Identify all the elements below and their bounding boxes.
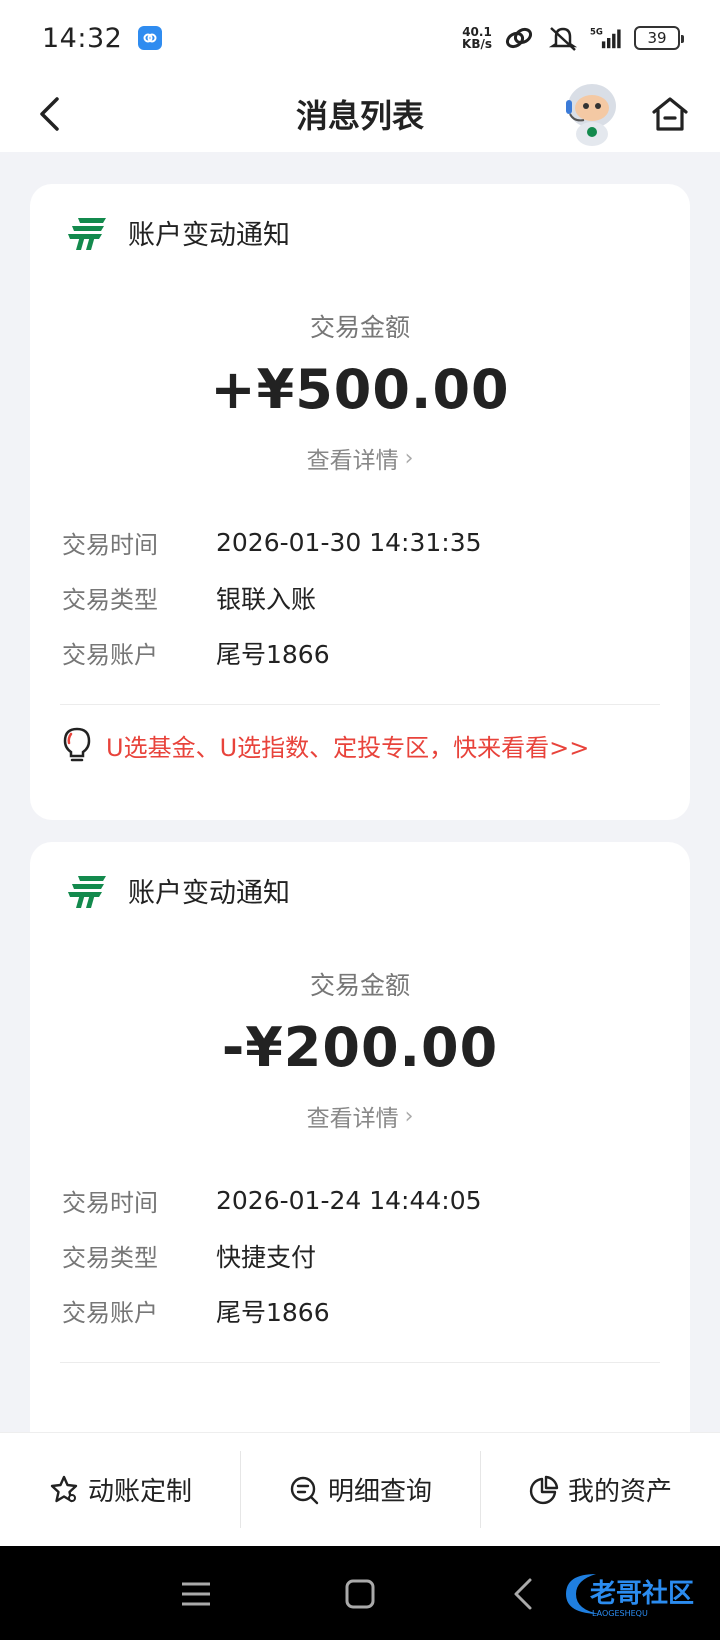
info-key: 交易时间 bbox=[62, 1189, 158, 1217]
card-title: 账户变动通知 bbox=[128, 877, 290, 909]
info-value: 尾号1866 bbox=[216, 639, 330, 669]
postal-logo-icon bbox=[68, 876, 106, 908]
network-type-label: 5G bbox=[590, 28, 603, 38]
system-nav-bar: 老哥社区 LAOGESHEQU bbox=[0, 1546, 720, 1640]
info-rows: 交易时间 2026-01-24 14:44:05 交易类型 快捷支付 交易账户 … bbox=[60, 1173, 660, 1338]
mute-bell-icon bbox=[548, 27, 578, 51]
battery-level: 39 bbox=[647, 29, 667, 47]
watermark-text: 老哥社区 bbox=[590, 1578, 694, 1609]
amount-label: 交易金额 bbox=[309, 313, 410, 342]
info-row-account: 交易账户 尾号1866 bbox=[62, 625, 660, 680]
assistant-robot-icon[interactable] bbox=[560, 76, 624, 146]
home-square-icon[interactable] bbox=[340, 1574, 380, 1614]
hotspot-link-icon bbox=[505, 27, 533, 49]
bottom-tab-bar: 动账定制 明细查询 我的资产 bbox=[0, 1432, 720, 1546]
page-title: 消息列表 bbox=[295, 97, 424, 135]
pie-chart-icon bbox=[529, 1475, 559, 1504]
info-key: 交易类型 bbox=[62, 1244, 158, 1272]
card-title: 账户变动通知 bbox=[128, 219, 290, 251]
amount-value: -¥200.00 bbox=[221, 1016, 499, 1079]
link-app-icon bbox=[138, 26, 163, 50]
tab-account-alert-settings[interactable]: 动账定制 bbox=[0, 1433, 240, 1546]
watermark-subtext: LAOGESHEQU bbox=[592, 1609, 648, 1618]
info-key: 交易账户 bbox=[62, 641, 158, 669]
net-speed: 40.1 KB/s bbox=[462, 26, 492, 50]
tab-label: 动账定制 bbox=[87, 1477, 192, 1507]
info-row-type: 交易类型 快捷支付 bbox=[62, 1228, 660, 1283]
postal-logo-icon bbox=[68, 218, 106, 250]
status-time: 14:32 bbox=[42, 22, 123, 54]
back-button[interactable] bbox=[26, 90, 74, 138]
menu-icon[interactable] bbox=[176, 1574, 216, 1614]
info-key: 交易时间 bbox=[62, 531, 158, 559]
tab-detail-query[interactable]: 明细查询 bbox=[240, 1433, 480, 1546]
info-row-time: 交易时间 2026-01-24 14:44:05 bbox=[62, 1173, 660, 1228]
view-details-link[interactable]: 查看详情 › bbox=[60, 1099, 660, 1133]
amount-value: +¥500.00 bbox=[210, 358, 510, 421]
card-header: 账户变动通知 bbox=[60, 184, 660, 280]
amount-label: 交易金额 bbox=[309, 971, 410, 1000]
net-speed-unit: KB/s bbox=[462, 37, 492, 51]
home-icon bbox=[652, 97, 688, 131]
info-value: 尾号1866 bbox=[216, 1297, 330, 1327]
tab-label: 我的资产 bbox=[567, 1477, 672, 1507]
back-triangle-icon[interactable] bbox=[504, 1574, 544, 1614]
battery-icon: 39 bbox=[634, 26, 684, 50]
info-row-account: 交易账户 尾号1866 bbox=[62, 1283, 660, 1338]
tab-my-assets[interactable]: 我的资产 bbox=[480, 1433, 720, 1546]
promo-banner[interactable]: U选基金、U选指数、定投专区，快来看看>> bbox=[60, 705, 660, 785]
info-value: 快捷支付 bbox=[216, 1242, 317, 1272]
view-details-label: 查看详情 bbox=[306, 1106, 399, 1132]
tab-label: 明细查询 bbox=[327, 1477, 432, 1507]
lightbulb-icon bbox=[63, 727, 91, 762]
divider bbox=[60, 1362, 660, 1363]
info-value: 银联入账 bbox=[216, 584, 317, 614]
info-row-time: 交易时间 2026-01-30 14:31:35 bbox=[62, 515, 660, 570]
search-list-icon bbox=[290, 1476, 319, 1504]
message-card[interactable]: 账户变动通知 交易金额 -¥200.00 查看详情 › 交易时间 2026-01… bbox=[30, 842, 690, 1462]
view-details-label: 查看详情 bbox=[306, 448, 399, 474]
info-key: 交易类型 bbox=[62, 586, 158, 614]
chevron-right-icon: › bbox=[404, 445, 414, 471]
signal-icon: 5G bbox=[590, 28, 621, 49]
promo-text: U选基金、U选指数、定投专区，快来看看>> bbox=[106, 733, 590, 762]
info-key: 交易账户 bbox=[62, 1299, 158, 1327]
info-value: 2026-01-24 14:44:05 bbox=[216, 1186, 482, 1215]
info-value: 2026-01-30 14:31:35 bbox=[216, 528, 482, 557]
info-rows: 交易时间 2026-01-30 14:31:35 交易类型 银联入账 交易账户 … bbox=[60, 515, 660, 680]
view-details-link[interactable]: 查看详情 › bbox=[60, 441, 660, 475]
star-settings-icon bbox=[50, 1475, 78, 1502]
info-row-type: 交易类型 银联入账 bbox=[62, 570, 660, 625]
chevron-left-icon bbox=[40, 97, 59, 131]
home-button[interactable] bbox=[646, 88, 694, 140]
message-card[interactable]: 账户变动通知 交易金额 +¥500.00 查看详情 › 交易时间 2026-01… bbox=[30, 184, 690, 820]
chevron-right-icon: › bbox=[404, 1103, 414, 1129]
status-bar: 14:32 40.1 KB/s 5G 39 bbox=[0, 0, 720, 76]
card-header: 账户变动通知 bbox=[60, 842, 660, 938]
watermark-logo: 老哥社区 LAOGESHEQU bbox=[566, 1574, 694, 1618]
nav-bar: 消息列表 bbox=[0, 76, 720, 152]
